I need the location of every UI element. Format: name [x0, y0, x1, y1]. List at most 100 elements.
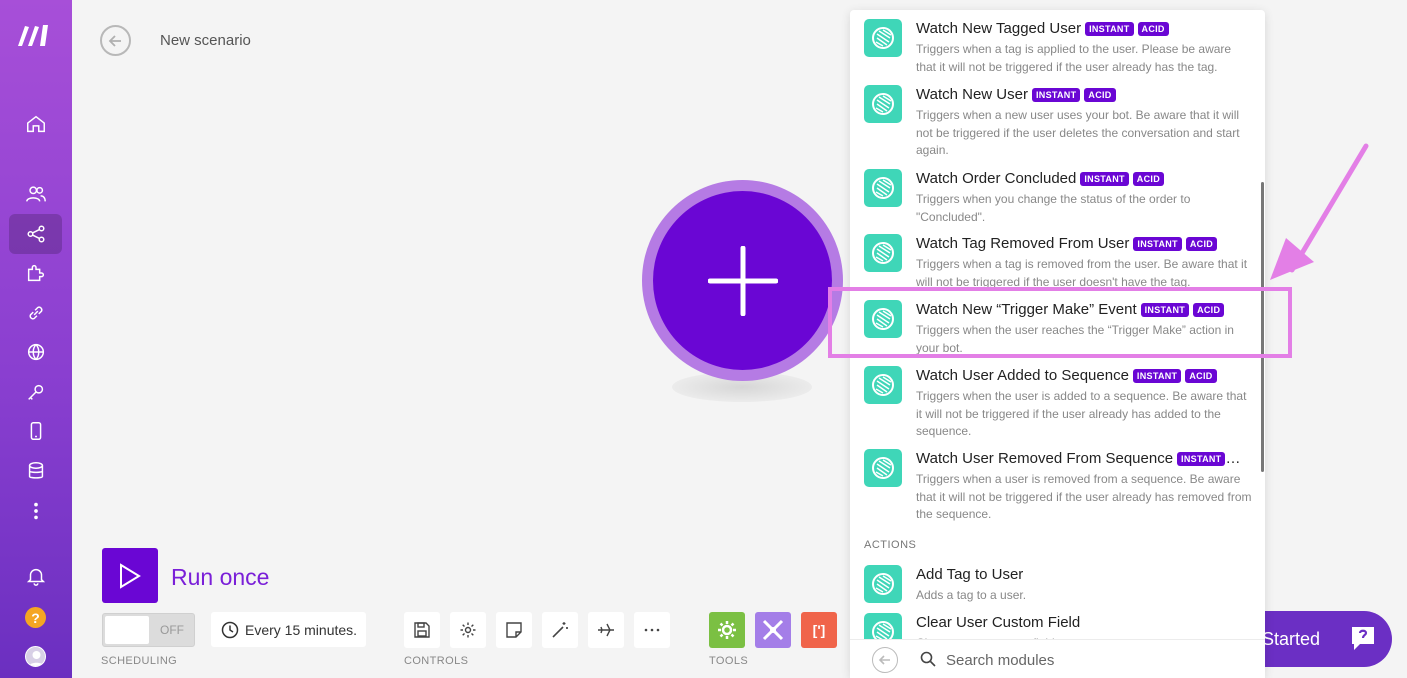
badge-instant: INSTANT [1085, 21, 1134, 36]
brackets-icon: ['] [812, 622, 826, 638]
keys-icon[interactable] [9, 372, 62, 412]
module-title-text: Watch Tag Removed From User [916, 235, 1130, 252]
search-icon [920, 651, 936, 667]
toggle-state-label: OFF [160, 623, 184, 637]
schedule-interval-label: Every 15 minutes. [245, 621, 358, 638]
run-once-button[interactable] [102, 548, 158, 603]
module-title: Watch Order Concluded INSTANT ACID [916, 170, 1164, 187]
badge-acid: ACID [1084, 87, 1116, 102]
badge-instant: INSTANT [1132, 368, 1182, 383]
action-title: Clear User Custom Field [916, 614, 1080, 631]
auto-align-button[interactable] [542, 612, 578, 648]
search-input[interactable] [946, 648, 1246, 672]
action-title: Add Tag to User [916, 566, 1023, 583]
more-vertical-icon[interactable] [9, 491, 62, 531]
arrow-left-icon [878, 655, 890, 665]
get-started-label: Started [1262, 628, 1321, 649]
module-icon [864, 234, 902, 272]
module-description: Triggers when the user is added to a seq… [916, 389, 1247, 438]
scheduling-section-label: SCHEDULING [101, 655, 178, 667]
chat-help-icon [1352, 627, 1374, 650]
chatbot-app-icon [872, 573, 894, 595]
back-button[interactable] [100, 25, 131, 56]
module-icon [864, 169, 902, 207]
module-icon [864, 85, 902, 123]
badge-acid: ACID [1185, 236, 1218, 251]
module-description: Triggers when a tag is applied to the us… [916, 42, 1232, 74]
module-icon [864, 19, 902, 57]
badge-acid: ACID [1137, 21, 1169, 36]
module-title-text: Watch User Removed From Sequence [916, 450, 1174, 467]
play-icon [120, 562, 141, 589]
chatbot-app-icon [872, 457, 894, 479]
action-title-text: Clear User Custom Field [916, 614, 1081, 631]
users-icon[interactable] [9, 174, 62, 214]
tools-json-button[interactable]: ['] [801, 612, 837, 648]
scheduling-toggle[interactable]: OFF [102, 613, 195, 647]
make-logo-icon[interactable] [16, 22, 56, 48]
page-title[interactable]: New scenario [160, 32, 251, 49]
tools-flow-control-button[interactable] [709, 612, 745, 648]
chatbot-app-icon [872, 242, 894, 264]
module-icon [864, 565, 902, 603]
run-once-label[interactable]: Run once [171, 564, 269, 591]
module-icon [864, 449, 902, 487]
module-description: Triggers when a new user uses your bot. … [916, 108, 1240, 157]
devices-phone-icon[interactable] [9, 411, 62, 451]
tools-section-label: TOOLS [709, 655, 749, 667]
help-icon[interactable]: ? [25, 607, 46, 628]
plus-icon [707, 245, 778, 316]
module-title: Watch Tag Removed From User INSTANT ACID [916, 235, 1218, 252]
note-icon [506, 622, 522, 638]
badge-acid: ACID [1132, 171, 1164, 186]
toggle-knob [105, 616, 149, 644]
explain-flow-button[interactable] [588, 612, 624, 648]
home-icon[interactable] [9, 104, 62, 144]
tools-router-button[interactable] [755, 612, 791, 648]
save-button[interactable] [404, 612, 440, 648]
scenario-settings-button[interactable] [450, 612, 486, 648]
tools-cross-icon [762, 619, 784, 641]
connections-link-icon[interactable] [9, 293, 62, 333]
clock-icon [221, 621, 239, 638]
chatbot-app-icon [872, 93, 894, 115]
action-title-text: Add Tag to User [916, 566, 1024, 583]
badge-instant: INSTANT [1080, 171, 1129, 186]
chatbot-app-icon [872, 27, 894, 49]
search-back-button[interactable] [872, 647, 898, 673]
add-module-button[interactable] [653, 191, 832, 370]
module-title: Watch New User INSTANT ACID [916, 86, 1116, 103]
action-description: Adds a tag to a user. [916, 588, 1027, 602]
airplane-icon [598, 623, 614, 637]
module-title-text: Watch Order Concluded [916, 170, 1077, 187]
badge-instant: INSTANT [1133, 236, 1182, 251]
notifications-bell-icon[interactable] [9, 556, 62, 596]
apps-puzzle-icon[interactable] [9, 253, 62, 293]
scenarios-icon[interactable] [9, 214, 62, 254]
module-description: Triggers when a user is removed from a s… [916, 472, 1252, 521]
module-description: Triggers when a tag is removed from the … [916, 257, 1248, 289]
more-options-button[interactable] [634, 612, 670, 648]
schedule-interval-button[interactable]: Every 15 minutes. [211, 612, 366, 647]
chatbot-app-icon [872, 374, 894, 396]
save-disk-icon [414, 622, 430, 638]
annotation-arrow-icon [1270, 143, 1369, 280]
module-title: Watch User Removed From Sequence INSTANT … [916, 450, 1240, 467]
module-title: Watch User Added to Sequence INSTANT ACID [916, 367, 1217, 384]
module-title-text: Watch User Added to Sequence [916, 367, 1129, 384]
gear-icon [460, 622, 476, 638]
avatar[interactable] [25, 646, 46, 667]
actions-section-header: ACTIONS [864, 539, 917, 551]
badge-instant: INSTANT [1031, 87, 1081, 102]
title-ellipsis: … [1225, 450, 1241, 467]
chatbot-app-icon [872, 177, 894, 199]
notes-button[interactable] [496, 612, 532, 648]
badge-instant: INSTANT [1177, 451, 1226, 466]
data-stores-database-icon[interactable] [9, 451, 62, 491]
module-icon [864, 366, 902, 404]
arrow-left-icon [108, 34, 121, 47]
search-bar [850, 639, 1265, 678]
controls-section-label: CONTROLS [404, 655, 469, 667]
more-horizontal-icon [644, 628, 660, 632]
webhooks-globe-icon[interactable] [9, 332, 62, 372]
